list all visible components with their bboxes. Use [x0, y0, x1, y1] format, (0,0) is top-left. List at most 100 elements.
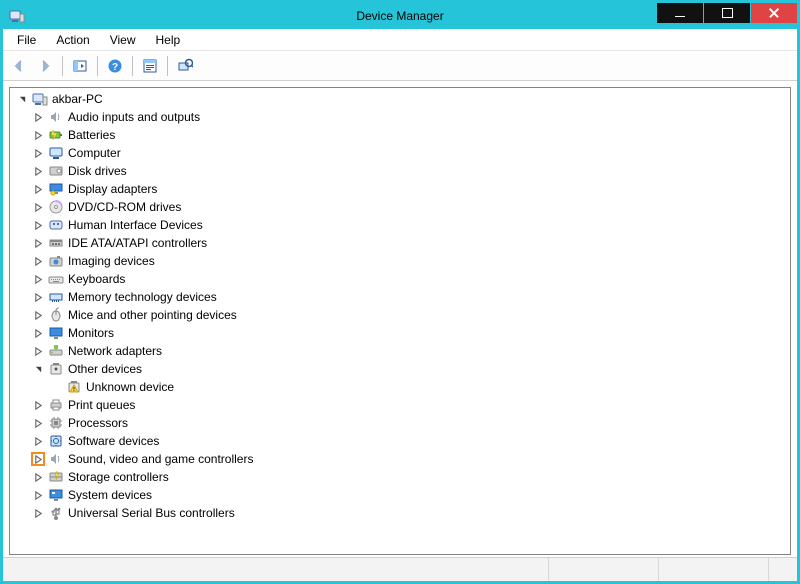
battery-icon — [48, 127, 64, 143]
tree-category-node[interactable]: IDE ATA/ATAPI controllers — [14, 234, 786, 252]
status-cell — [3, 558, 549, 581]
expand-toggle-icon[interactable] — [32, 183, 44, 195]
tree-category-node[interactable]: Software devices — [14, 432, 786, 450]
tree-category-node[interactable]: Keyboards — [14, 270, 786, 288]
node-label: System devices — [68, 488, 152, 502]
device-tree[interactable]: akbar-PC Audio inputs and outputs Batter… — [9, 87, 791, 555]
tree-category-node[interactable]: Other devices — [14, 360, 786, 378]
menu-file[interactable]: File — [7, 31, 46, 49]
toolbar-separator — [62, 56, 63, 76]
menu-action[interactable]: Action — [46, 31, 99, 49]
tree-category-node[interactable]: Display adapters — [14, 180, 786, 198]
toolbar-separator — [167, 56, 168, 76]
tree-category-node[interactable]: Mice and other pointing devices — [14, 306, 786, 324]
keyboard-icon — [48, 271, 64, 287]
menu-view[interactable]: View — [100, 31, 146, 49]
computer-root-icon — [32, 91, 48, 107]
back-button[interactable] — [7, 54, 31, 78]
expand-toggle-icon[interactable] — [32, 165, 44, 177]
properties-button[interactable] — [138, 54, 162, 78]
warning-icon — [66, 379, 82, 395]
expand-toggle-icon[interactable] — [32, 399, 44, 411]
tree-category-node[interactable]: Human Interface Devices — [14, 216, 786, 234]
tree-category-node[interactable]: Processors — [14, 414, 786, 432]
tree-category-node[interactable]: Universal Serial Bus controllers — [14, 504, 786, 522]
expand-toggle-icon[interactable] — [32, 273, 44, 285]
node-label: Keyboards — [68, 272, 125, 286]
speaker-icon — [48, 451, 64, 467]
app-icon — [9, 8, 25, 24]
tree-category-node[interactable]: Disk drives — [14, 162, 786, 180]
scan-hardware-button[interactable] — [173, 54, 197, 78]
statusbar — [3, 557, 797, 581]
expand-toggle-icon[interactable] — [32, 147, 44, 159]
expand-toggle-icon[interactable] — [32, 291, 44, 303]
window-controls — [656, 3, 797, 23]
tree-category-node[interactable]: Batteries — [14, 126, 786, 144]
node-label: Imaging devices — [68, 254, 155, 268]
expand-toggle-icon[interactable] — [32, 417, 44, 429]
node-label: Batteries — [68, 128, 115, 142]
monitor-icon — [48, 325, 64, 341]
menu-help[interactable]: Help — [146, 31, 191, 49]
expand-toggle-icon[interactable] — [32, 471, 44, 483]
ide-icon — [48, 235, 64, 251]
node-label: Memory technology devices — [68, 290, 217, 304]
expand-toggle-icon[interactable] — [32, 363, 44, 375]
toolbar-separator — [132, 56, 133, 76]
tree-category-node[interactable]: Imaging devices — [14, 252, 786, 270]
camera-icon — [48, 253, 64, 269]
maximize-button[interactable] — [704, 3, 750, 23]
expand-toggle-icon[interactable] — [32, 219, 44, 231]
expand-toggle-icon[interactable] — [32, 489, 44, 501]
node-label: akbar-PC — [52, 92, 103, 106]
show-hide-tree-button[interactable] — [68, 54, 92, 78]
memory-icon — [48, 289, 64, 305]
close-button[interactable] — [751, 3, 797, 23]
computer-icon — [48, 145, 64, 161]
expand-toggle-icon[interactable] — [16, 93, 28, 105]
expand-toggle-icon[interactable] — [32, 237, 44, 249]
forward-button[interactable] — [33, 54, 57, 78]
storage-icon — [48, 469, 64, 485]
expand-toggle-icon[interactable] — [32, 201, 44, 213]
tree-category-node[interactable]: Monitors — [14, 324, 786, 342]
device-manager-window: Device Manager File Action View Help akb… — [0, 0, 800, 584]
toolbar-separator — [97, 56, 98, 76]
expand-toggle-icon[interactable] — [32, 453, 44, 465]
software-icon — [48, 433, 64, 449]
menubar: File Action View Help — [3, 29, 797, 51]
tree-category-node[interactable]: Print queues — [14, 396, 786, 414]
tree-category-node[interactable]: Storage controllers — [14, 468, 786, 486]
tree-category-node[interactable]: Audio inputs and outputs — [14, 108, 786, 126]
tree-category-node[interactable]: Computer — [14, 144, 786, 162]
cpu-icon — [48, 415, 64, 431]
tree-category-node[interactable]: Sound, video and game controllers — [14, 450, 786, 468]
node-label: Other devices — [68, 362, 142, 376]
expand-toggle-icon[interactable] — [32, 129, 44, 141]
tree-category-node[interactable]: DVD/CD-ROM drives — [14, 198, 786, 216]
expand-toggle-icon[interactable] — [32, 255, 44, 267]
client-area: akbar-PC Audio inputs and outputs Batter… — [3, 81, 797, 557]
expand-toggle-icon[interactable] — [32, 327, 44, 339]
minimize-button[interactable] — [657, 3, 703, 23]
help-button[interactable] — [103, 54, 127, 78]
tree-device-node[interactable]: Unknown device — [14, 378, 786, 396]
expand-toggle-icon[interactable] — [32, 345, 44, 357]
disk-icon — [48, 163, 64, 179]
expand-toggle-icon[interactable] — [32, 309, 44, 321]
tree-category-node[interactable]: Network adapters — [14, 342, 786, 360]
node-label: Processors — [68, 416, 128, 430]
printer-icon — [48, 397, 64, 413]
expand-toggle-icon[interactable] — [32, 111, 44, 123]
cdrom-icon — [48, 199, 64, 215]
status-grip — [769, 558, 797, 581]
tree-root-node[interactable]: akbar-PC — [14, 90, 786, 108]
tree-category-node[interactable]: System devices — [14, 486, 786, 504]
expand-toggle-icon[interactable] — [32, 507, 44, 519]
node-label: Computer — [68, 146, 121, 160]
node-label: Display adapters — [68, 182, 157, 196]
status-cell — [549, 558, 659, 581]
expand-toggle-icon[interactable] — [32, 435, 44, 447]
tree-category-node[interactable]: Memory technology devices — [14, 288, 786, 306]
